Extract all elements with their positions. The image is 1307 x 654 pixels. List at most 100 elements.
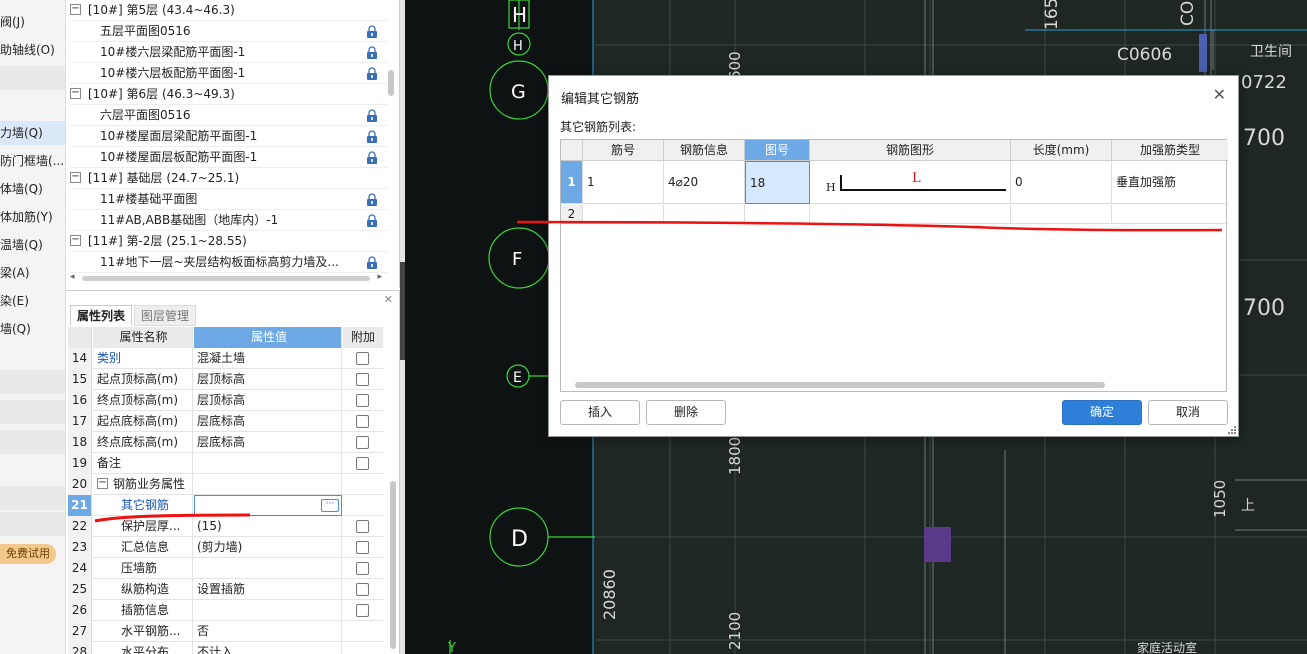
collapse-icon[interactable]: − (70, 235, 81, 246)
tree-group-row[interactable]: − [10#] 第5层 (43.4~46.3) (70, 0, 388, 21)
close-icon[interactable]: ✕ (384, 293, 393, 306)
delete-button[interactable]: 删除 (646, 400, 726, 425)
lock-icon[interactable] (366, 151, 378, 164)
property-row[interactable]: 14 类别 混凝土墙 (68, 348, 384, 369)
collapse-icon[interactable]: − (70, 88, 81, 99)
tree-layer-row[interactable]: 10#楼屋面层梁配筋平面图-1 (70, 126, 388, 147)
resize-grip-icon[interactable] (1228, 426, 1236, 434)
strip-item-10[interactable]: 染(E) (0, 289, 65, 313)
property-row[interactable]: 16 终点顶标高(m) 层顶标高 (68, 390, 384, 411)
lock-icon[interactable] (366, 193, 378, 206)
tree-layer-row[interactable]: 11#AB,ABB基础图（地库内）-1 (70, 210, 388, 231)
property-row[interactable]: 19 备注 (68, 453, 384, 474)
strip-item-8[interactable]: 温墙(Q) (0, 233, 65, 257)
tree-layer-row[interactable]: 11#地下一层~夹层结构板面标高剪力墙及... (70, 252, 388, 273)
extra-checkbox[interactable] (356, 562, 369, 575)
lock-icon[interactable] (366, 67, 378, 80)
property-value[interactable] (194, 474, 342, 495)
property-row[interactable]: 26 插筋信息 (68, 600, 384, 621)
strip-item-6[interactable]: 体墙(Q) (0, 177, 65, 201)
grid-row-2-cell-5[interactable] (1011, 205, 1112, 224)
lock-icon[interactable] (366, 109, 378, 122)
extra-checkbox[interactable] (356, 415, 369, 428)
tab-layer-management[interactable]: 图层管理 (134, 305, 196, 326)
free-trial-badge[interactable]: 免费试用 (0, 544, 56, 564)
tree-layer-row[interactable]: 五层平面图0516 (70, 21, 388, 42)
extra-checkbox[interactable] (356, 352, 369, 365)
grid-row-1-num[interactable]: 1 (561, 161, 583, 204)
extra-checkbox[interactable] (356, 436, 369, 449)
property-row[interactable]: 18 终点底标高(m) 层底标高 (68, 432, 384, 453)
collapse-icon[interactable]: − (70, 4, 81, 15)
grid-row-2-cell-4[interactable] (810, 205, 1011, 224)
grid-cell-shape[interactable]: H L (810, 161, 1011, 204)
property-vertical-scrollbar[interactable] (389, 481, 397, 651)
property-row[interactable]: 28 水平分布... 不计入 (68, 642, 384, 654)
insert-button[interactable]: 插入 (560, 400, 640, 425)
property-row[interactable]: 20− 钢筋业务属性 (68, 474, 384, 495)
ellipsis-button[interactable]: ··· (321, 499, 339, 512)
strip-item-9[interactable]: 梁(A) (0, 261, 65, 285)
strip-item-1[interactable]: 助轴线(O) (0, 38, 65, 62)
property-value[interactable]: 设置插筋 (194, 579, 342, 600)
grid-row-2-cell-6[interactable] (1112, 205, 1228, 224)
cancel-button[interactable]: 取消 (1148, 400, 1228, 425)
property-value[interactable]: (15) (194, 516, 342, 537)
grid-cell-length[interactable]: 0 (1011, 161, 1112, 204)
tree-group-row[interactable]: − [11#] 第-2层 (25.1~28.55) (70, 231, 388, 252)
property-row[interactable]: 24 压墙筋 (68, 558, 384, 579)
property-value[interactable] (194, 600, 342, 621)
extra-checkbox[interactable] (356, 583, 369, 596)
grid-row-2-cell-1[interactable] (583, 205, 664, 224)
tree-layer-row[interactable]: 10#楼六层梁配筋平面图-1 (70, 42, 388, 63)
other-rebar-value-field[interactable]: ··· (194, 495, 342, 516)
property-row[interactable]: 15 起点顶标高(m) 层顶标高 (68, 369, 384, 390)
property-row[interactable]: 27 水平钢筋... 否 (68, 621, 384, 642)
tree-layer-row[interactable]: 六层平面图0516 (70, 105, 388, 126)
scroll-right-icon[interactable]: ▸ (377, 272, 382, 282)
grid-cell-jin-hao[interactable]: 1 (583, 161, 664, 204)
property-row[interactable]: 25 纵筋构造 设置插筋 (68, 579, 384, 600)
tree-group-row[interactable]: − [11#] 基础层 (24.7~25.1) (70, 168, 388, 189)
lock-icon[interactable] (366, 130, 378, 143)
property-value[interactable]: 层顶标高 (194, 369, 342, 390)
extra-checkbox[interactable] (356, 520, 369, 533)
grid-row-2-num[interactable]: 2 (561, 205, 583, 224)
extra-checkbox[interactable] (356, 604, 369, 617)
property-value[interactable]: 混凝土墙 (194, 348, 342, 369)
property-value[interactable]: (剪力墙) (194, 537, 342, 558)
extra-checkbox[interactable] (356, 457, 369, 470)
strip-item-0[interactable]: 阀(J) (0, 10, 65, 34)
tree-vertical-scrollbar[interactable] (387, 0, 395, 270)
property-row[interactable]: 22 保护层厚... (15) (68, 516, 384, 537)
collapse-icon[interactable]: − (70, 172, 81, 183)
property-row[interactable]: 23 汇总信息 (剪力墙) (68, 537, 384, 558)
property-value[interactable] (194, 558, 342, 579)
grid-row-2-cell-3[interactable] (745, 205, 810, 224)
property-value[interactable]: 层底标高 (194, 432, 342, 453)
grid-cell-type[interactable]: 垂直加强筋 (1112, 161, 1228, 204)
property-row[interactable]: 21 其它钢筋 ··· (68, 495, 384, 516)
grid-horizontal-scrollbar[interactable] (575, 382, 1105, 388)
ok-button[interactable]: 确定 (1062, 400, 1142, 425)
tab-property-list[interactable]: 属性列表 (70, 305, 132, 326)
lock-icon[interactable] (366, 256, 378, 269)
property-value[interactable]: 层顶标高 (194, 390, 342, 411)
tree-layer-row[interactable]: 11#楼基础平面图 (70, 189, 388, 210)
tree-layer-row[interactable]: 10#楼屋面层板配筋平面图-1 (70, 147, 388, 168)
lock-icon[interactable] (366, 25, 378, 38)
scroll-left-icon[interactable]: ◂ (70, 272, 75, 282)
extra-checkbox[interactable] (356, 373, 369, 386)
extra-checkbox[interactable] (356, 394, 369, 407)
tree-horizontal-scrollbar[interactable]: ◂ ▸ (70, 272, 382, 284)
strip-item-shear-wall[interactable]: 力墙(Q) (0, 121, 65, 145)
tree-group-row[interactable]: − [10#] 第6层 (46.3~49.3) (70, 84, 388, 105)
strip-item-7[interactable]: 体加筋(Y) (0, 205, 65, 229)
property-row[interactable]: 17 起点底标高(m) 层底标高 (68, 411, 384, 432)
strip-item-5[interactable]: 防门框墙(... (0, 149, 65, 173)
tree-layer-row[interactable]: 10#楼六层板配筋平面图-1 (70, 63, 388, 84)
property-value[interactable] (194, 453, 342, 474)
property-value[interactable]: 否 (194, 621, 342, 642)
lock-icon[interactable] (366, 214, 378, 227)
strip-item-11[interactable]: 墙(Q) (0, 317, 65, 341)
